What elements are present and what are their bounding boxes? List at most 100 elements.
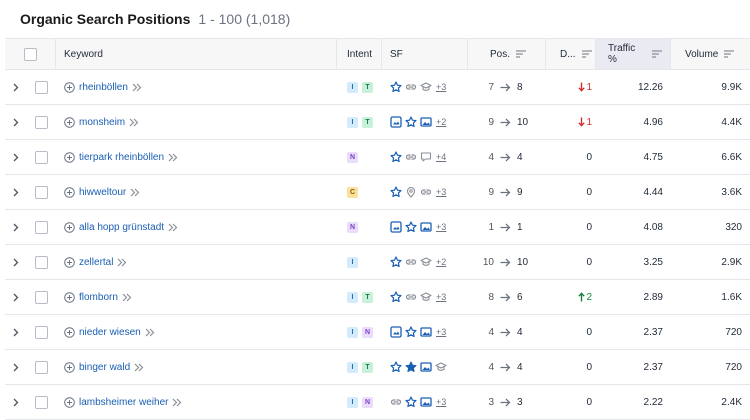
column-header-traffic[interactable]: Traffic %: [596, 39, 671, 69]
add-keyword-icon[interactable]: [64, 256, 75, 268]
serp-features-more-link[interactable]: +3: [436, 327, 446, 337]
add-keyword-icon[interactable]: [64, 186, 75, 198]
open-serp-icon[interactable]: [132, 83, 142, 92]
keyword-link[interactable]: alla hopp grünstadt: [79, 222, 164, 233]
keyword-link[interactable]: monsheim: [79, 117, 125, 128]
open-serp-icon[interactable]: [129, 118, 139, 127]
keyword-link[interactable]: flomborn: [79, 292, 118, 303]
star-icon: [390, 291, 402, 303]
sort-icon[interactable]: [581, 50, 592, 58]
add-keyword-icon[interactable]: [64, 151, 75, 163]
position-difference: 0: [556, 327, 592, 338]
expand-row-button[interactable]: [5, 70, 27, 104]
expand-row-button[interactable]: [5, 245, 27, 279]
serp-features-more-link[interactable]: +2: [436, 257, 446, 267]
column-header-difference[interactable]: D...: [546, 39, 596, 69]
serp-features-more-link[interactable]: +3: [436, 292, 446, 302]
star-icon: [405, 116, 417, 128]
row-checkbox[interactable]: [34, 115, 48, 129]
previous-position: 4: [488, 151, 494, 163]
open-serp-icon[interactable]: [172, 398, 182, 407]
table-row[interactable]: binger wald IT 4 4 0 2.37 720: [5, 350, 750, 385]
add-keyword-icon[interactable]: [64, 396, 75, 408]
row-select-cell: [27, 245, 55, 279]
keyword-link[interactable]: rheinböllen: [79, 82, 128, 93]
keyword-link[interactable]: tierpark rheinböllen: [79, 152, 164, 163]
column-header-sf[interactable]: SF: [382, 39, 468, 69]
serp-features-more-link[interactable]: +4: [436, 152, 446, 162]
previous-position: 3: [488, 396, 494, 408]
image-icon: [420, 326, 432, 338]
table-row[interactable]: zellertal I +2 10 10 0 3.25 2.9K: [5, 245, 750, 280]
column-header-keyword[interactable]: Keyword: [55, 39, 337, 69]
traffic-cell: 2.37: [596, 350, 671, 384]
arrow-right-icon: [500, 83, 511, 92]
column-label: D...: [560, 48, 576, 60]
expand-row-button[interactable]: [5, 175, 27, 209]
serp-features-more-link[interactable]: +3: [436, 222, 446, 232]
row-checkbox[interactable]: [34, 360, 48, 374]
table-row[interactable]: hiwweltour C +3 9 9 0 4.44 3.6K: [5, 175, 750, 210]
expand-row-button[interactable]: [5, 210, 27, 244]
keyword-link[interactable]: lambsheimer weiher: [79, 397, 168, 408]
intent-badge: T: [362, 361, 373, 373]
add-keyword-icon[interactable]: [64, 326, 75, 338]
open-serp-icon[interactable]: [134, 363, 144, 372]
serp-features-more-link[interactable]: +3: [436, 82, 446, 92]
expand-row-button[interactable]: [5, 315, 27, 349]
open-serp-icon[interactable]: [122, 293, 132, 302]
open-serp-icon[interactable]: [168, 153, 178, 162]
add-keyword-icon[interactable]: [64, 361, 75, 373]
keyword-link[interactable]: zellertal: [79, 257, 113, 268]
volume-value: 320: [725, 221, 742, 233]
row-checkbox[interactable]: [34, 185, 48, 199]
table-row[interactable]: rheinböllen IT +3 7 8 1 12.26 9.9K: [5, 70, 750, 105]
row-checkbox[interactable]: [34, 325, 48, 339]
arrow-right-icon: [500, 398, 511, 407]
open-serp-icon[interactable]: [130, 188, 140, 197]
open-serp-icon[interactable]: [145, 328, 155, 337]
row-checkbox[interactable]: [34, 80, 48, 94]
sort-icon[interactable]: [652, 50, 662, 58]
select-all-checkbox[interactable]: [23, 47, 37, 61]
table-row[interactable]: monsheim IT +2 9 10 1 4.96 4.4K: [5, 105, 750, 140]
table-row[interactable]: flomborn IT +3 8 6 2 2.89 1.6K: [5, 280, 750, 315]
difference-value: 0: [586, 186, 592, 198]
difference-value: 1: [586, 116, 592, 128]
sort-icon[interactable]: [516, 50, 527, 58]
difference-value: 0: [586, 256, 592, 268]
add-keyword-icon[interactable]: [64, 221, 75, 233]
position-cell: 8 6: [468, 280, 546, 314]
keyword-link[interactable]: hiwweltour: [79, 187, 126, 198]
column-header-position[interactable]: Pos.: [468, 39, 546, 69]
expand-row-button[interactable]: [5, 105, 27, 139]
add-keyword-icon[interactable]: [64, 81, 75, 93]
table-row[interactable]: alla hopp grünstadt N +3 1 1 0 4.08 320: [5, 210, 750, 245]
traffic-value: 12.26: [637, 81, 663, 93]
expand-row-button[interactable]: [5, 385, 27, 419]
serp-features-more-link[interactable]: +3: [436, 187, 446, 197]
row-checkbox[interactable]: [34, 255, 48, 269]
row-checkbox[interactable]: [34, 395, 48, 409]
sort-icon[interactable]: [724, 50, 735, 58]
serp-features-more-link[interactable]: +3: [436, 397, 446, 407]
row-checkbox[interactable]: [34, 290, 48, 304]
column-header-intent[interactable]: Intent: [337, 39, 382, 69]
open-serp-icon[interactable]: [168, 223, 178, 232]
keyword-link[interactable]: binger wald: [79, 362, 130, 373]
table-row[interactable]: lambsheimer weiher IN +3 3 3 0 2.22 2.4K: [5, 385, 750, 420]
add-keyword-icon[interactable]: [64, 116, 75, 128]
table-row[interactable]: nieder wiesen IN +3 4 4 0 2.37 720: [5, 315, 750, 350]
expand-row-button[interactable]: [5, 280, 27, 314]
row-checkbox[interactable]: [34, 220, 48, 234]
table-row[interactable]: tierpark rheinböllen N +4 4 4 0 4.75 6.6…: [5, 140, 750, 175]
row-checkbox[interactable]: [34, 150, 48, 164]
expand-row-button[interactable]: [5, 350, 27, 384]
serp-features-more-link[interactable]: +2: [436, 117, 446, 127]
expand-row-button[interactable]: [5, 140, 27, 174]
keyword-link[interactable]: nieder wiesen: [79, 327, 141, 338]
open-serp-icon[interactable]: [117, 258, 127, 267]
volume-cell: 2.9K: [671, 245, 750, 279]
column-header-volume[interactable]: Volume: [671, 39, 750, 69]
add-keyword-icon[interactable]: [64, 291, 75, 303]
